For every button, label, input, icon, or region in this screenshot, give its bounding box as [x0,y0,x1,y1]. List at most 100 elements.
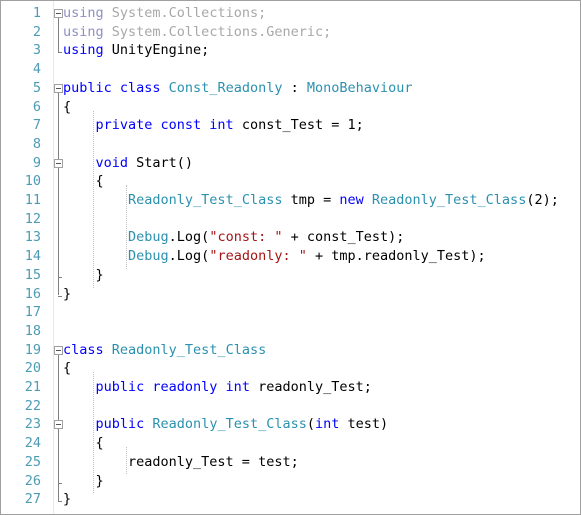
code-token-kw: private const int [95,117,242,134]
code-line[interactable]: } [1,266,580,285]
code-line-text[interactable]: using System.Collections; [63,4,266,23]
code-line-text[interactable]: { [63,98,71,117]
code-token-plain: } [63,491,72,508]
code-line[interactable]: { [1,359,580,378]
code-line[interactable]: } [1,285,580,304]
code-token-plain: } [63,472,104,489]
code-line[interactable]: } [1,472,580,491]
code-editor-window: 1 2 3 4 5 6 7 8 9 10 11 12 13 14 15 16 17 18 19 20 21 22 23 24 2… [0,0,581,515]
code-token-str: "readonly: " [209,248,307,265]
code-line-text[interactable]: } [63,266,104,285]
code-token-plain: ( [306,416,315,433]
code-line[interactable]: private const int const_Test = 1; [1,116,580,135]
code-token-plain: .Log( [168,229,210,246]
code-line[interactable] [1,322,580,341]
code-line-text[interactable]: Debug.Log("readonly: " + tmp.readonly_Te… [63,247,486,266]
code-token-type: Const_Readonly [168,79,283,96]
code-token-kw: public class [63,79,169,96]
code-token-plain: readonly_Test; [258,379,372,395]
code-token-kw: int [315,416,348,433]
code-line[interactable]: class Readonly_Test_Class [1,341,580,360]
code-token-plain: + const_Test); [282,229,405,246]
code-line-text[interactable]: } [63,490,71,509]
code-line[interactable]: Debug.Log("const: " + const_Test); [1,228,580,247]
code-line-text[interactable]: public Readonly_Test_Class(int test) [63,415,389,434]
code-token-plain: { [63,435,104,452]
code-token-type: MonoBehaviour [306,79,413,96]
code-line[interactable]: { [1,98,580,117]
code-line[interactable] [1,135,580,154]
code-line[interactable]: Readonly_Test_Class tmp = new Readonly_T… [1,191,580,210]
code-line-text[interactable]: { [63,434,104,453]
code-token-str: "const: " [209,229,283,246]
code-token-plain: (2); [526,192,559,208]
code-line-text[interactable]: { [63,359,71,378]
code-line[interactable]: readonly_Test = test; [1,453,580,472]
code-line[interactable] [1,303,580,322]
code-token-plain: test) [347,416,389,433]
code-line-text[interactable]: private const int const_Test = 1; [63,116,364,135]
code-line[interactable] [1,60,580,79]
code-line-text[interactable]: public readonly int readonly_Test; [63,378,372,397]
code-token-plain: const_Test = 1; [241,117,364,134]
code-text-area[interactable]: 1 2 3 4 5 6 7 8 9 10 11 12 13 14 15 16 17 18 19 20 21 22 23 24 2… [1,1,580,514]
code-token-plain: tmp = [282,192,340,208]
code-token-type: Debug [128,248,169,265]
code-line-text[interactable]: class Readonly_Test_Class [63,341,266,360]
code-line-text[interactable]: } [63,285,71,304]
code-token-plain: } [63,266,104,283]
code-token-faded-text: System.Collections; [111,5,267,21]
code-line[interactable]: public readonly int readonly_Test; [1,378,580,397]
code-token-type: Readonly_Test_Class [371,192,527,208]
code-token-plain: + tmp.readonly_Test); [306,248,486,265]
code-token-faded-text: System.Collections.Generic; [111,23,332,40]
code-line[interactable]: using System.Collections.Generic; [1,23,580,42]
code-line-text[interactable]: using System.Collections.Generic; [63,23,331,42]
code-line[interactable]: public class Const_Readonly : MonoBehavi… [1,79,580,98]
code-token-plain: : [282,79,307,96]
code-line[interactable]: using UnityEngine; [1,41,580,60]
code-line-text[interactable]: } [63,472,104,491]
code-line-text[interactable]: readonly_Test = test; [63,453,299,472]
code-token-kw: void [95,154,137,171]
code-token-type: Readonly_Test_Class [128,192,283,208]
code-token-plain: readonly_Test = test; [63,453,299,470]
code-token-plain: } [63,285,72,302]
code-token-plain: { [63,98,72,115]
code-line[interactable]: void Start() [1,154,580,173]
code-token-kw: public [95,416,153,433]
code-line-text[interactable]: { [63,172,104,191]
code-token-plain: .Log( [168,248,210,265]
code-line[interactable]: { [1,434,580,453]
code-token-kw: new [339,192,372,208]
code-line[interactable]: } [1,490,580,509]
code-token-plain: UnityEngine; [111,42,210,59]
code-token-plain: { [63,173,104,190]
code-token-type: Readonly_Test_Class [152,416,307,433]
code-line[interactable]: using System.Collections; [1,4,580,23]
code-line[interactable]: { [1,172,580,191]
code-line-text[interactable]: using UnityEngine; [63,41,209,60]
code-line-text[interactable]: Debug.Log("const: " + const_Test); [63,228,404,247]
code-token-faded-kw: using [63,23,112,40]
code-token-kw: public readonly int [95,379,259,395]
code-line[interactable]: public Readonly_Test_Class(int test) [1,415,580,434]
code-token-kw: class [63,341,112,358]
code-token-type: Debug [128,229,169,246]
code-token-type: Readonly_Test_Class [111,341,267,358]
code-line-text[interactable]: Readonly_Test_Class tmp = new Readonly_T… [63,191,559,210]
code-line-text[interactable]: public class Const_Readonly : MonoBehavi… [63,79,413,98]
code-token-faded-kw: using [63,5,112,21]
code-line-text[interactable]: void Start() [63,154,194,173]
code-line[interactable]: Debug.Log("readonly: " + tmp.readonly_Te… [1,247,580,266]
code-line[interactable] [1,397,580,416]
code-line[interactable] [1,210,580,229]
code-token-kw: using [63,42,112,59]
